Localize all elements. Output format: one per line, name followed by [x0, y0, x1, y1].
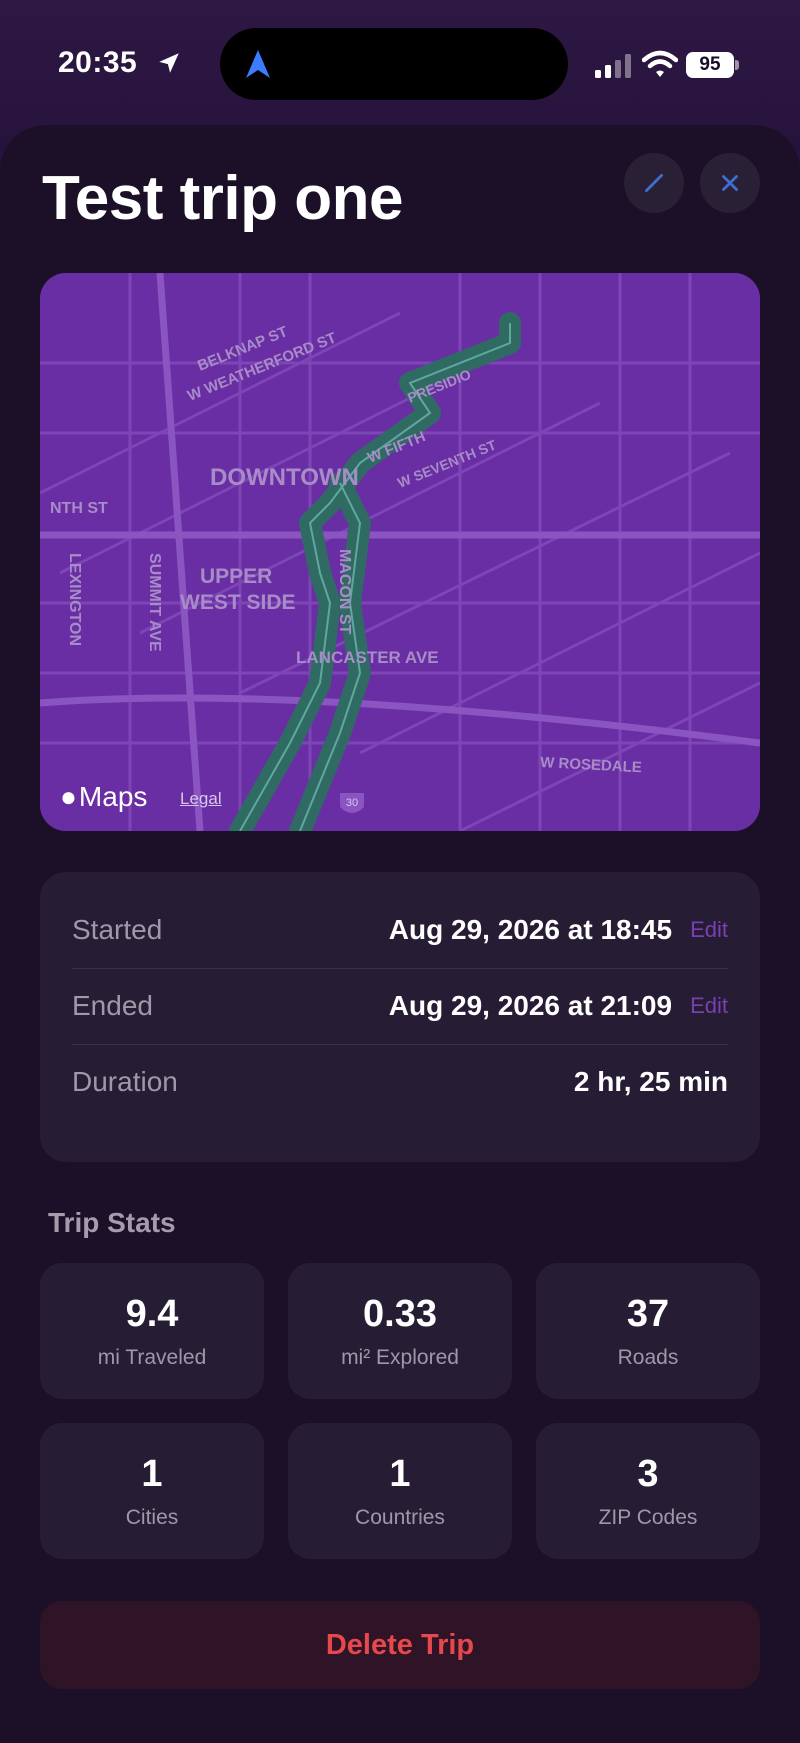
edit-trip-button[interactable] [624, 153, 684, 213]
cellular-signal-icon [595, 54, 631, 78]
map-label-summit: SUMMIT AVE [146, 553, 163, 652]
trip-detail-sheet: Test trip one DOWNTOWN UPPER WEST SIDE N… [0, 125, 800, 1743]
status-time: 20:35 [58, 46, 138, 79]
delete-trip-button[interactable]: Delete Trip [40, 1601, 760, 1689]
ended-row: Ended Aug 29, 2026 at 21:09 Edit [72, 968, 728, 1044]
map-label-nth: NTH ST [50, 500, 108, 517]
stat-tile-cities: 1 Cities [40, 1423, 264, 1559]
ended-value: Aug 29, 2026 at 21:09 [388, 990, 673, 1021]
stat-value: 3 [637, 1452, 659, 1495]
screen: 20:35 95 Test trip one DOWNTOWN UPPER WE… [0, 0, 800, 1743]
apple-logo-icon: ● [60, 781, 77, 812]
navigation-arrow-icon [246, 50, 270, 78]
edit-ended-button[interactable]: Edit [690, 993, 728, 1019]
map-canvas: DOWNTOWN UPPER WEST SIDE NTH ST LANCASTE… [40, 273, 760, 831]
started-value: Aug 29, 2026 at 18:45 [388, 914, 673, 945]
stat-tile-countries: 1 Countries [288, 1423, 512, 1559]
map-label-west-side: WEST SIDE [180, 591, 296, 614]
edit-started-button[interactable]: Edit [690, 917, 728, 943]
stat-tile-roads: 37 Roads [536, 1263, 760, 1399]
duration-label: Duration [72, 1066, 178, 1097]
close-button[interactable] [700, 153, 760, 213]
started-label: Started [72, 914, 163, 945]
ended-label: Ended [72, 990, 153, 1021]
stat-tile-explored: 0.33 mi² Explored [288, 1263, 512, 1399]
map-label-interstate: 30 [346, 797, 358, 809]
close-icon [722, 175, 738, 191]
started-row: Started Aug 29, 2026 at 18:45 Edit [72, 892, 728, 968]
stat-label: ZIP Codes [598, 1505, 698, 1529]
duration-value: 2 hr, 25 min [573, 1066, 728, 1097]
dynamic-island [220, 28, 568, 100]
map-label-lancaster: LANCASTER AVE [296, 648, 439, 667]
stat-value: 9.4 [125, 1292, 179, 1335]
map-label-macon: MACON ST [336, 549, 353, 635]
trip-stats-heading: Trip Stats [48, 1207, 176, 1238]
stat-value: 0.33 [363, 1292, 437, 1335]
map-label-lexington: LEXINGTON [66, 553, 83, 646]
trip-title: Test trip one [42, 164, 403, 233]
stat-tile-distance: 9.4 mi Traveled [40, 1263, 264, 1399]
trip-map[interactable]: DOWNTOWN UPPER WEST SIDE NTH ST LANCASTE… [40, 273, 760, 831]
stat-value: 1 [141, 1452, 163, 1495]
map-label-downtown: DOWNTOWN [210, 464, 359, 491]
trip-times-card: Started Aug 29, 2026 at 18:45 Edit Ended… [40, 872, 760, 1162]
stat-label: Countries [355, 1505, 445, 1529]
battery-indicator: 95 [686, 52, 734, 78]
stat-label: mi² Explored [341, 1345, 459, 1369]
stat-value: 37 [626, 1292, 670, 1335]
maps-attribution: ● Maps [60, 781, 147, 813]
stat-label: Roads [617, 1345, 679, 1369]
stat-label: mi Traveled [97, 1345, 207, 1369]
stat-tile-zip-codes: 3 ZIP Codes [536, 1423, 760, 1559]
stat-value: 1 [389, 1452, 411, 1495]
battery-nub [735, 60, 739, 70]
wifi-icon [642, 50, 678, 77]
interstate-shield-icon: 30 [340, 793, 364, 813]
maps-attribution-label: Maps [78, 781, 148, 812]
pencil-icon [645, 174, 663, 192]
map-label-upper: UPPER [200, 565, 272, 588]
stat-label: Cities [125, 1505, 179, 1529]
location-arrow-icon [159, 53, 179, 73]
legal-link[interactable]: Legal [180, 789, 222, 809]
duration-row: Duration 2 hr, 25 min [72, 1044, 728, 1120]
